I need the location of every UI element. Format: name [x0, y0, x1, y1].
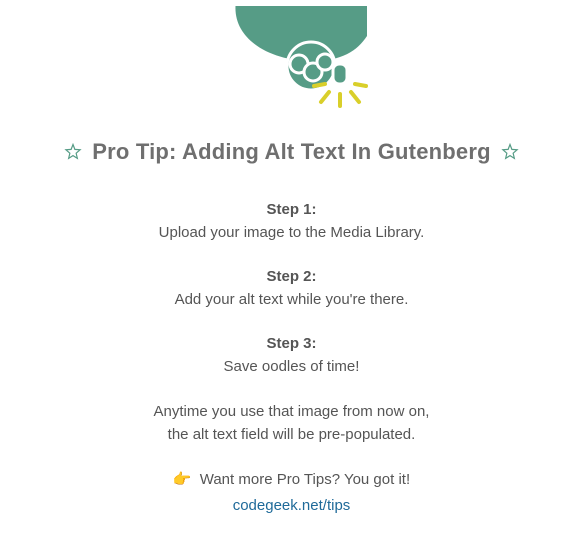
tips-link[interactable]: codegeek.net/tips: [233, 495, 351, 518]
title-text: Pro Tip: Adding Alt Text In Gutenberg: [92, 139, 491, 165]
note-line: Anytime you use that image from now on,: [0, 400, 583, 423]
note: Anytime you use that image from now on, …: [0, 400, 583, 447]
step-text: Save oodles of time!: [0, 356, 583, 379]
logo: [0, 6, 583, 121]
step-item: Step 1: Upload your image to the Media L…: [0, 199, 583, 244]
cta-text: Want more Pro Tips? You got it!: [200, 471, 410, 488]
step-item: Step 2: Add your alt text while you're t…: [0, 266, 583, 311]
step-item: Step 3: Save oodles of time!: [0, 333, 583, 378]
star-icon: [501, 143, 519, 161]
page-title: Pro Tip: Adding Alt Text In Gutenberg: [0, 139, 583, 165]
step-text: Add your alt text while you're there.: [0, 289, 583, 312]
step-text: Upload your image to the Media Library.: [0, 222, 583, 245]
steps-list: Step 1: Upload your image to the Media L…: [0, 199, 583, 518]
cta: 👉 Want more Pro Tips? You got it! codege…: [0, 469, 583, 518]
pointing-right-icon: 👉: [173, 471, 192, 488]
star-icon: [64, 143, 82, 161]
step-label: Step 1:: [0, 199, 583, 222]
note-line: the alt text field will be pre-populated…: [0, 423, 583, 446]
step-label: Step 2:: [0, 266, 583, 289]
step-label: Step 3:: [0, 333, 583, 356]
